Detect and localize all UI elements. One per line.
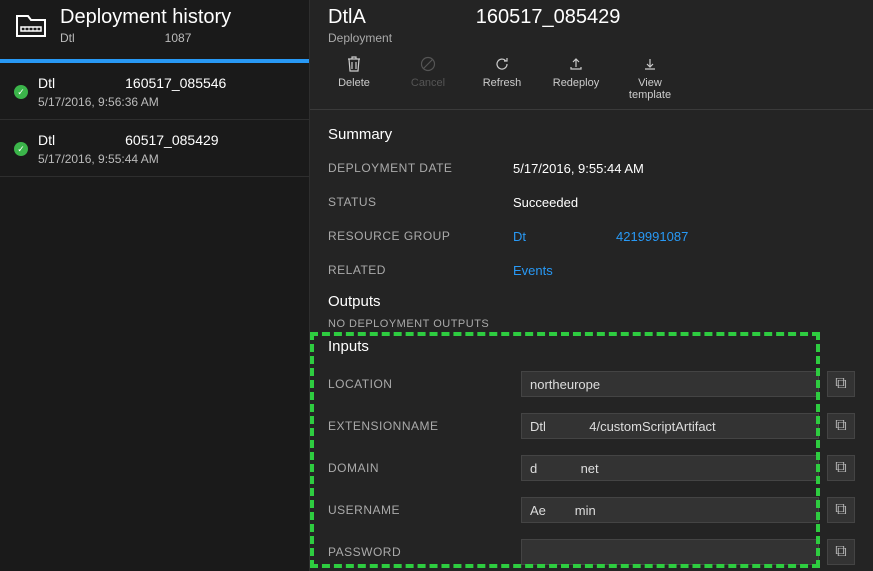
no-outputs-text: NO DEPLOYMENT OUTPUTS: [328, 318, 855, 330]
deployment-list-item[interactable]: ✓ Dtl60517_085429 5/17/2016, 9:55:44 AM: [0, 120, 309, 177]
related-label: RELATED: [328, 263, 513, 277]
location-input[interactable]: [521, 371, 819, 397]
trash-icon: [345, 55, 363, 73]
deployment-detail-title: DtlA160517_085429: [328, 6, 855, 29]
outputs-heading: Outputs: [328, 293, 855, 310]
resource-group-label: RESOURCE GROUP: [328, 229, 513, 243]
deployment-history-subtitle: Dtl1087: [60, 31, 231, 45]
extensionname-input[interactable]: [521, 413, 819, 439]
password-input[interactable]: [521, 539, 819, 565]
domain-input[interactable]: [521, 455, 819, 481]
download-icon: [641, 55, 659, 73]
deployment-time: 5/17/2016, 9:55:44 AM: [38, 152, 219, 166]
deployment-detail-subtitle: Deployment: [328, 31, 855, 45]
deployment-date-label: DEPLOYMENT DATE: [328, 161, 513, 175]
refresh-icon: [493, 55, 511, 73]
deployment-time: 5/17/2016, 9:56:36 AM: [38, 95, 226, 109]
password-label: PASSWORD: [328, 545, 513, 559]
history-icon: [14, 13, 48, 39]
username-input[interactable]: [521, 497, 819, 523]
resource-group-link[interactable]: Dt4219991087: [513, 229, 688, 244]
summary-heading: Summary: [328, 126, 855, 143]
redeploy-button[interactable]: Redeploy: [550, 55, 602, 101]
cancel-icon: [419, 55, 437, 73]
location-label: LOCATION: [328, 377, 513, 391]
deployment-list: ✓ Dtl160517_085546 5/17/2016, 9:56:36 AM…: [0, 63, 309, 571]
refresh-button[interactable]: Refresh: [476, 55, 528, 101]
copy-icon: ⧉: [835, 375, 846, 393]
deployment-list-item[interactable]: ✓ Dtl160517_085546 5/17/2016, 9:56:36 AM: [0, 63, 309, 120]
status-label: STATUS: [328, 195, 513, 209]
copy-icon: ⧉: [835, 501, 846, 519]
domain-label: DOMAIN: [328, 461, 513, 475]
view-template-button[interactable]: View template: [624, 55, 676, 101]
deployment-date-value: 5/17/2016, 9:55:44 AM: [513, 161, 644, 176]
deployment-name: Dtl60517_085429: [38, 132, 219, 148]
username-label: USERNAME: [328, 503, 513, 517]
status-success-icon: ✓: [14, 85, 28, 99]
copy-icon: ⧉: [835, 543, 846, 561]
copy-button[interactable]: ⧉: [827, 455, 855, 481]
copy-button[interactable]: ⧉: [827, 413, 855, 439]
deployment-name: Dtl160517_085546: [38, 75, 226, 91]
status-success-icon: ✓: [14, 142, 28, 156]
copy-button[interactable]: ⧉: [827, 497, 855, 523]
copy-button[interactable]: ⧉: [827, 539, 855, 565]
redeploy-icon: [567, 55, 585, 73]
events-link[interactable]: Events: [513, 263, 553, 278]
cancel-button: Cancel: [402, 55, 454, 101]
copy-icon: ⧉: [835, 417, 846, 435]
delete-button[interactable]: Delete: [328, 55, 380, 101]
copy-button[interactable]: ⧉: [827, 371, 855, 397]
status-value: Succeeded: [513, 195, 578, 210]
deployment-history-title: Deployment history: [60, 6, 231, 29]
extensionname-label: EXTENSIONNAME: [328, 419, 513, 433]
copy-icon: ⧉: [835, 459, 846, 477]
inputs-heading: Inputs: [328, 338, 855, 355]
